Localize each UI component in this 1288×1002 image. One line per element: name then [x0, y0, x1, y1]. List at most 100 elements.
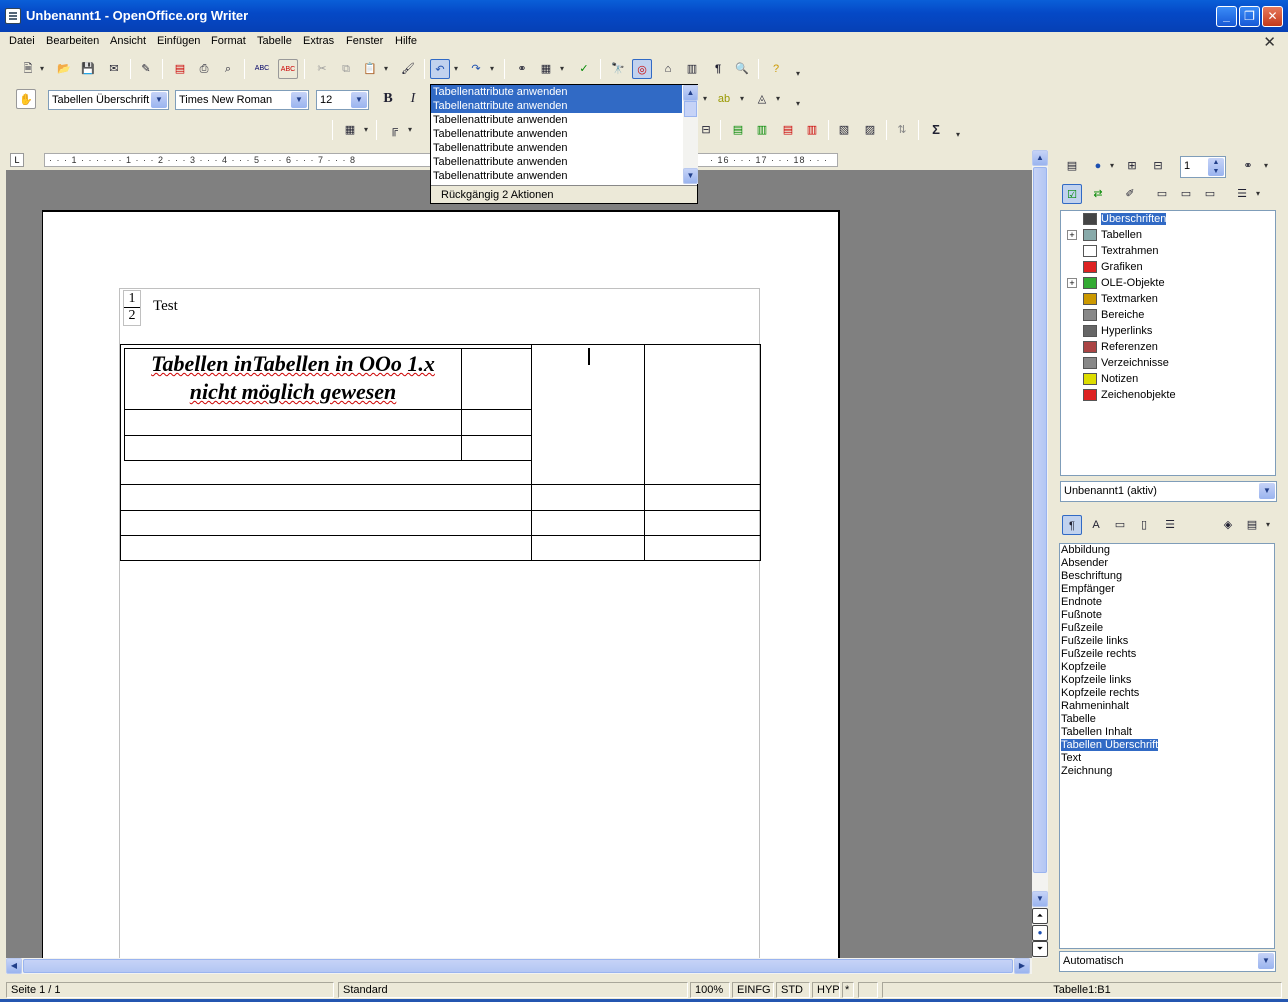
menu-hilfe[interactable]: Hilfe [395, 35, 417, 47]
status-page-style[interactable]: Standard [338, 982, 688, 998]
borders-icon[interactable]: ▦ [340, 120, 360, 140]
navigator-item[interactable]: Hyperlinks [1067, 325, 1152, 341]
fill-format-icon[interactable]: ◈ [1218, 515, 1238, 535]
status-signature[interactable] [858, 982, 878, 998]
navigator-item[interactable]: Zeichenobjekte [1067, 389, 1176, 405]
toggle-icon[interactable]: ▤ [1062, 156, 1082, 176]
navigation-icon[interactable]: ● [1032, 925, 1048, 941]
undo-icon[interactable]: ↶ [430, 59, 450, 79]
menu-bearbeiten[interactable]: Bearbeiten [46, 35, 99, 47]
redo-dropdown-arrow[interactable]: ▾ [490, 59, 498, 79]
set-reminder-icon[interactable]: ⇄ [1088, 184, 1108, 204]
delete-column-icon[interactable]: ▥ [802, 120, 822, 140]
style-list-item[interactable]: Kopfzeile links [1060, 674, 1274, 687]
horizontal-scrollbar[interactable]: ◀ ▶ [6, 958, 1032, 974]
anchor-icon[interactable]: ▭ [1176, 184, 1196, 204]
page-preview-icon[interactable]: ⌕ [218, 59, 238, 79]
find-replace-icon[interactable]: 🔭 [608, 59, 628, 79]
style-list-item[interactable]: Text [1060, 752, 1274, 765]
chevron-down-icon[interactable]: ▼ [291, 92, 307, 108]
autoformat-icon[interactable]: ▧ [834, 120, 854, 140]
page-styles-icon[interactable]: ▯ [1134, 515, 1154, 535]
drag-mode-icon[interactable]: ⚭ [1238, 156, 1258, 176]
spinner-arrows-icon[interactable]: ▲ ▼ [1208, 158, 1224, 176]
sum-icon[interactable]: Σ [926, 120, 946, 140]
bold-button[interactable]: B [378, 89, 398, 109]
expand-plus-icon[interactable]: + [1067, 230, 1077, 241]
export-pdf-icon[interactable]: ▤ [170, 59, 190, 79]
vertical-scrollbar[interactable]: ▲ ▼ ⏶ ● ⏷ [1032, 150, 1048, 958]
close-button[interactable]: ✕ [1262, 6, 1283, 27]
horizontal-scroll-thumb[interactable] [23, 959, 1013, 973]
menu-tabelle[interactable]: Tabelle [257, 35, 292, 47]
undo-history-item[interactable]: Tabellenattribute anwenden [431, 169, 682, 183]
style-list-item[interactable]: Tabellen Inhalt [1060, 726, 1274, 739]
background-color-icon[interactable]: ◬ [752, 89, 772, 109]
previous-page-icon[interactable]: ⏶ [1032, 908, 1048, 924]
undo-list-scrollbar[interactable]: ▲ ▼ [683, 85, 698, 184]
toolbar-options-arrow[interactable]: ▾ [796, 94, 804, 114]
status-insert-mode[interactable]: EINFG [732, 982, 774, 998]
next-icon[interactable]: ⊟ [1148, 156, 1168, 176]
header-icon[interactable]: ✐ [1120, 184, 1140, 204]
style-list-item[interactable]: Fußzeile [1060, 622, 1274, 635]
frame-styles-icon[interactable]: ▭ [1110, 515, 1130, 535]
styles-formatting-icon[interactable]: ✋ [16, 89, 36, 109]
content-view-icon[interactable]: ☑ [1062, 184, 1082, 204]
borders-dropdown-arrow[interactable]: ▾ [364, 120, 372, 140]
restore-button[interactable]: ❐ [1239, 6, 1260, 27]
chevron-down-icon[interactable]: ▼ [151, 92, 167, 108]
navigator-item[interactable]: Notizen [1067, 373, 1138, 389]
list-box-icon[interactable]: ▭ [1200, 184, 1220, 204]
navigation-dropdown-arrow[interactable]: ▾ [1110, 156, 1118, 176]
cut-icon[interactable]: ✂ [312, 59, 332, 79]
email-icon[interactable]: ✉ [104, 59, 124, 79]
paragraph-styles-icon[interactable]: ¶ [1062, 515, 1082, 535]
chevron-down-icon[interactable]: ▼ [351, 92, 367, 108]
navigator-item[interactable]: Verzeichnisse [1067, 357, 1169, 373]
style-list-item[interactable]: Abbildung [1060, 544, 1274, 557]
style-filter-select[interactable]: Automatisch ▼ [1059, 951, 1276, 972]
status-zoom[interactable]: 100% [690, 982, 730, 998]
font-size-combo[interactable]: 12 ▼ [316, 90, 369, 110]
document-area[interactable]: 1 2 Test Tabellen inTabellen in OOo 1.x … [6, 170, 1032, 958]
menu-einfuegen[interactable]: Einfügen [157, 35, 200, 47]
nonprinting-characters-icon[interactable]: ¶ [708, 59, 728, 79]
close-document-icon[interactable]: ✕ [1263, 33, 1276, 51]
autospellcheck-icon[interactable]: ABC [278, 59, 298, 79]
navigator-item[interactable]: + Tabellen [1067, 229, 1142, 245]
footer-icon[interactable]: ▭ [1152, 184, 1172, 204]
undo-history-item[interactable]: Tabellenattribute anwenden [431, 99, 682, 113]
help-icon[interactable]: ? [766, 59, 786, 79]
spellcheck-icon[interactable]: ABC [252, 59, 272, 79]
fraction-formula[interactable]: 1 2 [123, 290, 141, 326]
font-name-combo[interactable]: Times New Roman ▼ [175, 90, 309, 110]
scroll-thumb[interactable] [684, 101, 697, 117]
style-list-item[interactable]: Kopfzeile [1060, 661, 1274, 674]
previous-icon[interactable]: ⊞ [1122, 156, 1142, 176]
style-list-item[interactable]: Fußnote [1060, 609, 1274, 622]
scroll-up-icon[interactable]: ▲ [683, 85, 698, 101]
menu-ansicht[interactable]: Ansicht [110, 35, 146, 47]
navigation-icon[interactable]: ● [1088, 156, 1108, 176]
status-hyperlink-mode[interactable]: HYP [812, 982, 840, 998]
style-list-item[interactable]: Tabelle [1060, 713, 1274, 726]
drag-mode-dropdown-arrow[interactable]: ▾ [1264, 156, 1272, 176]
insert-row-icon[interactable]: ▤ [728, 120, 748, 140]
navigator-item[interactable]: Textrahmen [1067, 245, 1158, 261]
line-style-icon[interactable]: ╔ [384, 120, 404, 140]
heading-levels-icon[interactable]: ☰ [1232, 184, 1252, 204]
page-number-spinner[interactable]: 1 ▲ ▼ [1180, 156, 1226, 178]
toolbar-options-arrow[interactable]: ▾ [956, 125, 964, 145]
navigator-item[interactable]: Bereiche [1067, 309, 1144, 325]
character-styles-icon[interactable]: A [1086, 515, 1106, 535]
navigator-item[interactable]: Grafiken [1067, 261, 1143, 277]
zoom-icon[interactable]: 🔍 [732, 59, 752, 79]
undo-history-item[interactable]: Tabellenattribute anwenden [431, 141, 682, 155]
table-heading-cell[interactable]: Tabellen inTabellen in OOo 1.x nicht mög… [125, 350, 461, 406]
writer-app-icon[interactable] [5, 8, 21, 24]
italic-button[interactable]: I [403, 89, 423, 109]
next-page-icon[interactable]: ⏷ [1032, 941, 1048, 957]
expand-plus-icon[interactable]: + [1067, 278, 1077, 289]
tab-stop-icon[interactable]: L [10, 153, 24, 167]
